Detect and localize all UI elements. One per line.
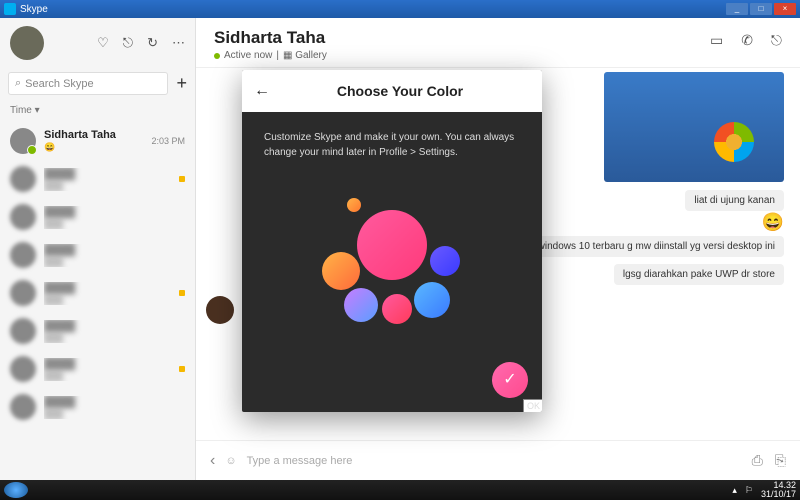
modal-back-button[interactable]: ← [254, 82, 270, 100]
tray-up-icon[interactable]: ▴ [732, 485, 737, 496]
taskbar-clock[interactable]: 14.32 31/10/17 [761, 481, 796, 499]
color-swatch-purple[interactable] [344, 288, 378, 322]
window-maximize[interactable]: □ [750, 3, 772, 15]
ok-tooltip: OK [523, 399, 542, 413]
color-swatch-indigo[interactable] [430, 246, 460, 276]
color-swatches [292, 190, 492, 330]
modal-title: Choose Your Color [270, 83, 530, 99]
window-close[interactable]: × [774, 3, 796, 15]
tray-flag-icon[interactable]: ⚐ [745, 485, 753, 496]
modal-description: Customize Skype and make it your own. Yo… [264, 130, 520, 160]
skype-icon [4, 3, 16, 15]
modal-overlay: ← Choose Your Color Customize Skype and … [0, 18, 800, 480]
color-swatch-orange[interactable] [322, 252, 360, 290]
color-picker-modal: ← Choose Your Color Customize Skype and … [242, 70, 542, 412]
confirm-button[interactable]: ✓ [492, 362, 528, 398]
app-container: ♡ ⎋ ↻ ⋯ ⌕ Search Skype + Time ▾ Sidharta… [0, 18, 800, 480]
color-swatch-orange-small[interactable] [347, 198, 361, 212]
taskbar: ▴ ⚐ 14.32 31/10/17 [0, 480, 800, 500]
color-swatch-blue[interactable] [414, 282, 450, 318]
window-minimize[interactable]: _ [726, 3, 748, 15]
color-swatch-rose[interactable] [382, 294, 412, 324]
color-swatch-pink-selected[interactable] [357, 210, 427, 280]
window-titlebar: Skype _ □ × [0, 0, 800, 18]
window-title: Skype [20, 4, 48, 15]
start-button[interactable] [4, 482, 28, 498]
